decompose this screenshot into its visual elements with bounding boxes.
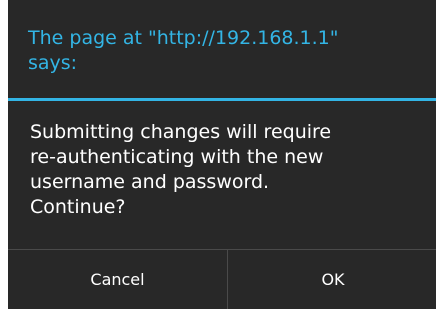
dialog-message: Submitting changes will require re-authe… <box>30 121 332 218</box>
dialog-title: The page at "http://192.168.1.1" says: <box>28 27 339 74</box>
title-divider <box>8 98 436 101</box>
alert-dialog: The page at "http://192.168.1.1" says: S… <box>8 0 436 309</box>
cancel-button[interactable]: Cancel <box>8 250 227 309</box>
ok-button[interactable]: OK <box>228 250 436 309</box>
